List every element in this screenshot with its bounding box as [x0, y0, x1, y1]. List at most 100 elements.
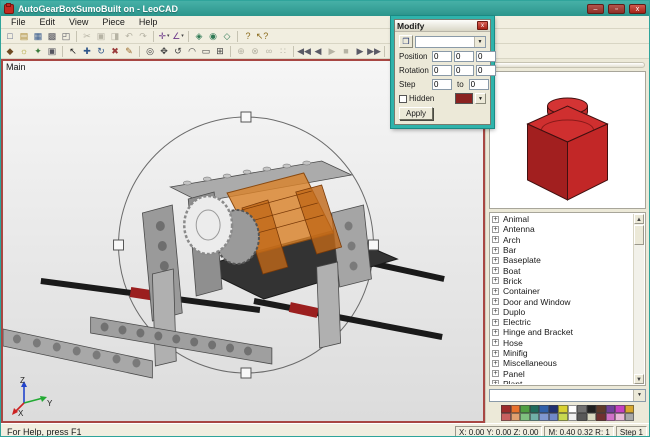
step-from-field[interactable] [432, 79, 452, 90]
link-button[interactable]: ∞ [262, 45, 276, 58]
panel-grip[interactable] [490, 62, 645, 68]
move-button[interactable]: ✚ [80, 45, 94, 58]
rotate-view-button[interactable]: ↺ [171, 45, 185, 58]
menu-item[interactable]: Help [133, 17, 164, 27]
color-swatch[interactable] [501, 405, 511, 413]
parts-category[interactable]: + Miscellaneous [492, 358, 633, 368]
workplane-button[interactable]: ◇ [220, 30, 234, 43]
color-swatch-translucent[interactable] [501, 413, 511, 421]
paint-button[interactable]: ✎ [122, 45, 136, 58]
draw-with-snap-button[interactable]: ◈ [192, 30, 206, 43]
expand-icon[interactable]: + [492, 288, 499, 295]
print-button[interactable]: ▩ [45, 30, 59, 43]
color-swatch-translucent[interactable] [511, 413, 521, 421]
bushing-front[interactable] [290, 307, 318, 313]
spray-paint-button[interactable]: ✦ [31, 45, 45, 58]
maximize-button[interactable]: ▫ [608, 4, 625, 14]
expand-icon[interactable]: + [492, 267, 499, 274]
expand-icon[interactable]: + [492, 226, 499, 233]
parts-category[interactable]: + Duplo [492, 307, 633, 317]
color-swatch[interactable] [625, 405, 635, 413]
color-swatch[interactable] [587, 405, 597, 413]
expand-icon[interactable]: + [492, 247, 499, 254]
color-swatch-translucent[interactable] [539, 413, 549, 421]
expand-icon[interactable]: + [492, 360, 499, 367]
expand-icon[interactable]: + [492, 370, 499, 377]
rotate-snap-button[interactable]: ∠▾ [171, 30, 185, 43]
context-help-button[interactable]: ↖? [255, 30, 269, 43]
parts-category[interactable]: + Brick [492, 276, 633, 286]
menu-item[interactable]: Piece [96, 17, 131, 27]
delete-button[interactable]: ✖ [108, 45, 122, 58]
first-step-button[interactable]: ◀◀ [297, 45, 311, 58]
roll-button[interactable]: ◠ [185, 45, 199, 58]
zoom-extents-button[interactable]: ⊞ [213, 45, 227, 58]
piece-preview[interactable] [489, 71, 646, 209]
color-swatch[interactable] [615, 405, 625, 413]
parts-category[interactable]: + Electric [492, 317, 633, 327]
redo-button[interactable]: ↷ [136, 30, 150, 43]
rotate-button[interactable]: ↻ [94, 45, 108, 58]
color-swatch-translucent[interactable] [577, 413, 587, 421]
next-step-button[interactable]: ▶ [353, 45, 367, 58]
relative-transform-button[interactable]: ◉ [206, 30, 220, 43]
last-step-button[interactable]: ▶▶ [367, 45, 381, 58]
dropdown-arrow-icon[interactable]: ▾ [181, 30, 184, 43]
copy-button[interactable]: ▣ [94, 30, 108, 43]
piece-combo[interactable]: ▼ [489, 389, 646, 402]
modify-dialog-titlebar[interactable]: Modify x [395, 20, 490, 32]
axle-front[interactable] [254, 301, 442, 337]
position-z-field[interactable] [476, 51, 496, 62]
color-swatch[interactable] [596, 405, 606, 413]
front-post-left[interactable] [152, 269, 176, 366]
orbit-button[interactable]: ⊕ [234, 45, 248, 58]
color-swatch[interactable] [577, 405, 587, 413]
parts-category[interactable]: + Baseplate [492, 255, 633, 265]
parts-category[interactable]: + Panel [492, 368, 633, 378]
rotation-x-field[interactable] [432, 65, 452, 76]
position-x-field[interactable] [432, 51, 452, 62]
color-swatch-translucent[interactable] [625, 413, 635, 421]
parts-category[interactable]: + Animal [492, 214, 633, 224]
apply-button[interactable]: Apply [399, 107, 433, 120]
expand-icon[interactable]: + [492, 257, 499, 264]
play-button[interactable]: ▶ [325, 45, 339, 58]
insert-piece-button[interactable]: ◆ [3, 45, 17, 58]
parts-category[interactable]: + Arch [492, 235, 633, 245]
scroll-thumb[interactable] [634, 225, 644, 245]
step-to-field[interactable] [469, 79, 489, 90]
chevron-down-icon[interactable]: ▼ [474, 37, 485, 47]
cut-button[interactable]: ✂ [80, 30, 94, 43]
zoom-region-button[interactable]: ▭ [199, 45, 213, 58]
color-swatch-translucent[interactable] [596, 413, 606, 421]
parts-category[interactable]: + Container [492, 286, 633, 296]
color-swatch[interactable] [606, 405, 616, 413]
open-button[interactable]: ▤ [17, 30, 31, 43]
move-snap-button[interactable]: ✛▾ [157, 30, 171, 43]
new-button[interactable]: □ [3, 30, 17, 43]
color-swatch[interactable] [530, 405, 540, 413]
color-swatch[interactable] [511, 405, 521, 413]
color-swatch[interactable] [539, 405, 549, 413]
parts-category[interactable]: + Plant [492, 379, 633, 384]
expand-icon[interactable]: + [492, 339, 499, 346]
expand-icon[interactable]: + [492, 308, 499, 315]
close-icon[interactable]: x [477, 21, 488, 30]
color-swatch-translucent[interactable] [568, 413, 578, 421]
parts-category[interactable]: + Hose [492, 338, 633, 348]
selected-color-swatch[interactable] [455, 93, 473, 104]
color-swatch-translucent[interactable] [520, 413, 530, 421]
save-button[interactable]: ▦ [31, 30, 45, 43]
expand-icon[interactable]: + [492, 298, 499, 305]
menu-item[interactable]: File [5, 17, 32, 27]
color-swatch[interactable] [568, 405, 578, 413]
expand-icon[interactable]: + [492, 380, 499, 384]
scroll-down-icon[interactable]: ▼ [634, 374, 644, 384]
undo-button[interactable]: ↶ [122, 30, 136, 43]
color-swatch-translucent[interactable] [549, 413, 559, 421]
tile-button[interactable]: ∷ [276, 45, 290, 58]
parts-category[interactable]: + Bar [492, 245, 633, 255]
modify-piece-combo[interactable]: ▼ [415, 36, 486, 48]
parts-category[interactable]: + Boat [492, 265, 633, 275]
white-clutch-gear[interactable] [184, 196, 232, 254]
